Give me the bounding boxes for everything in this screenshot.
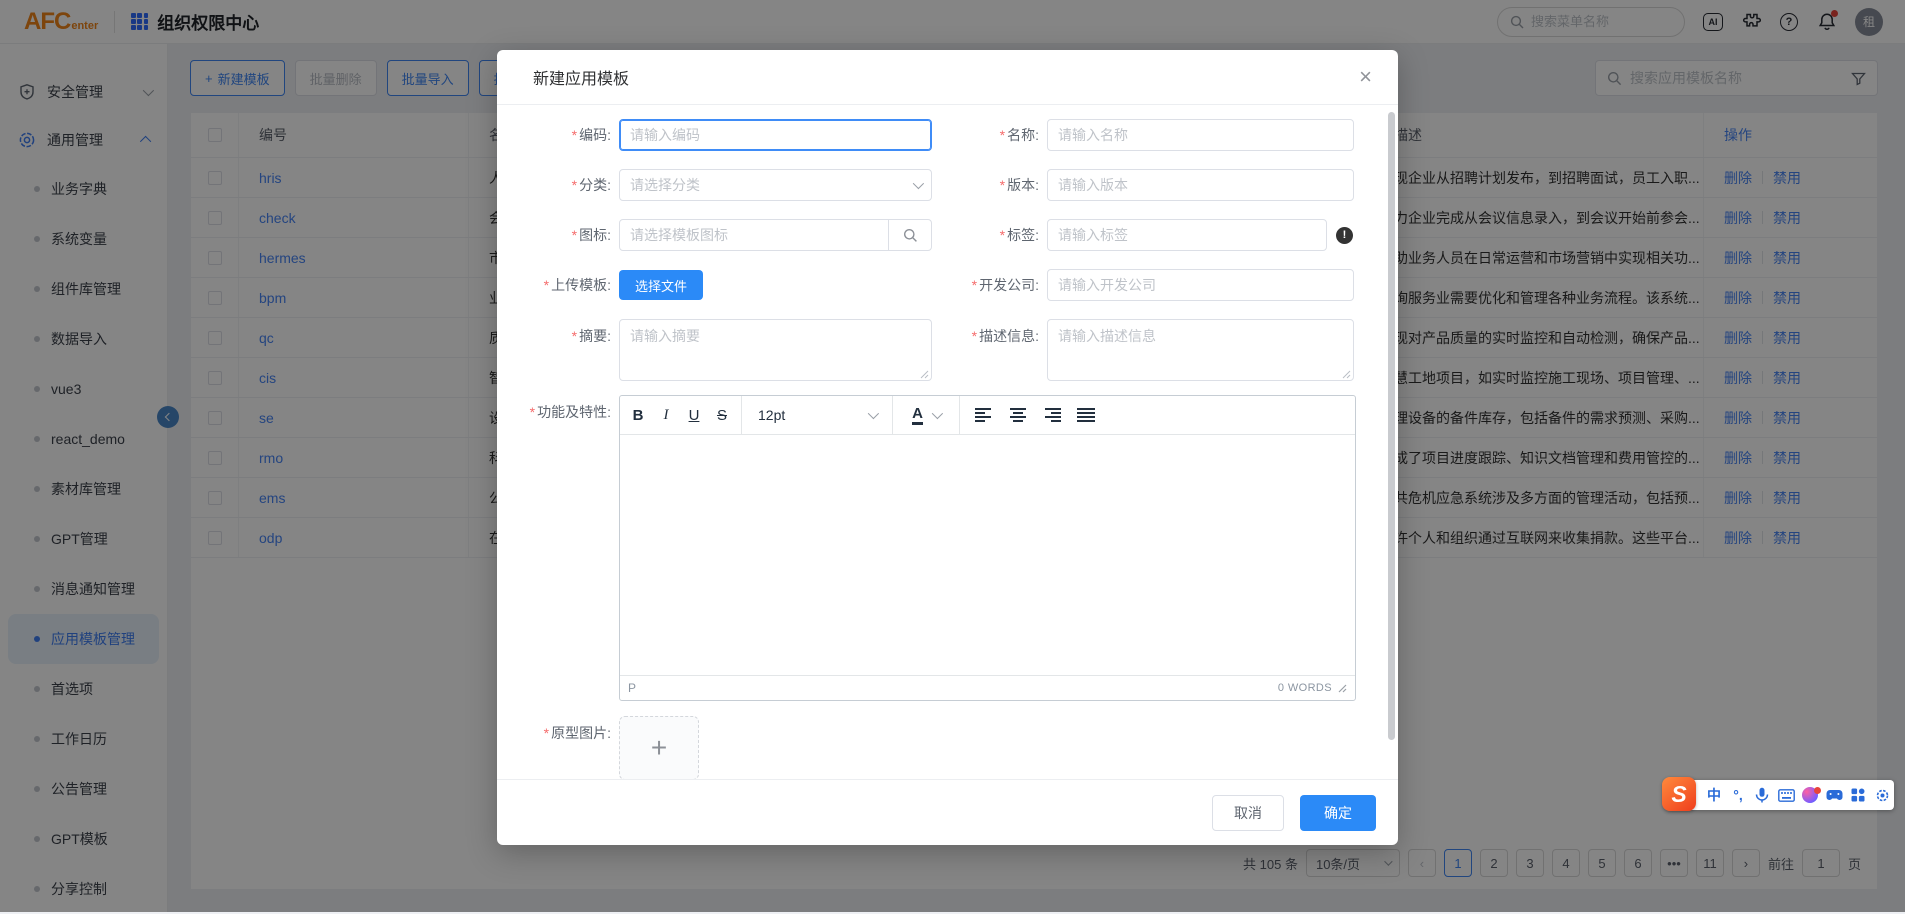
description-textarea[interactable]	[1047, 319, 1354, 381]
rich-text-editor: B I U S 12pt A	[619, 395, 1356, 701]
company-label: *开发公司:	[932, 275, 1047, 295]
modal-scrollbar[interactable]	[1388, 112, 1395, 740]
ime-toolbox-icon[interactable]	[1822, 789, 1846, 801]
summary-textarea[interactable]	[619, 319, 932, 381]
editor-status-bar: P 0 WORDS	[620, 675, 1355, 700]
search-icon[interactable]	[888, 219, 932, 251]
bold-button[interactable]: B	[624, 396, 652, 434]
category-label: *分类:	[523, 175, 619, 195]
category-select[interactable]	[619, 169, 932, 201]
font-size-select[interactable]: 12pt	[747, 396, 887, 434]
text-color-button[interactable]: A	[898, 396, 954, 434]
chevron-down-icon	[932, 408, 943, 419]
info-icon: !	[1336, 227, 1353, 244]
strikethrough-button[interactable]: S	[708, 396, 736, 434]
description-label: *描述信息:	[932, 319, 1047, 346]
name-label: *名称:	[932, 125, 1047, 145]
features-label: *功能及特性:	[523, 395, 619, 422]
resize-grip-icon[interactable]	[920, 370, 929, 379]
new-template-modal: 新建应用模板 × *编码: *名称: *分类: *版本: *图标:	[497, 50, 1398, 845]
ime-toolbar: S 中 °,	[1666, 780, 1894, 810]
confirm-button[interactable]: 确定	[1300, 795, 1376, 831]
align-justify-icon[interactable]	[1073, 402, 1099, 428]
modal-body: *编码: *名称: *分类: *版本: *图标: *标签:	[497, 105, 1398, 779]
soft-keyboard-icon[interactable]	[1774, 789, 1798, 802]
prototype-upload-box[interactable]: +	[619, 716, 699, 779]
version-input[interactable]	[1047, 169, 1354, 201]
tags-label: *标签:	[932, 225, 1047, 245]
align-right-icon[interactable]	[1039, 402, 1065, 428]
editor-content-area[interactable]	[620, 435, 1355, 675]
icon-label: *图标:	[523, 225, 619, 245]
underline-button[interactable]: U	[680, 396, 708, 434]
plus-icon: +	[651, 732, 667, 764]
company-input[interactable]	[1047, 269, 1354, 301]
ime-punctuation-icon[interactable]: °,	[1726, 787, 1750, 803]
editor-element-path: P	[628, 681, 636, 695]
icon-picker[interactable]	[619, 219, 932, 251]
code-input[interactable]	[619, 119, 932, 151]
upload-label: *上传模板:	[523, 275, 619, 295]
word-count: 0 WORDS	[1278, 682, 1332, 694]
cancel-button[interactable]: 取消	[1212, 795, 1284, 831]
ime-skin-icon[interactable]	[1798, 787, 1822, 803]
summary-label: *摘要:	[523, 319, 619, 346]
code-label: *编码:	[523, 125, 619, 145]
align-center-icon[interactable]	[1005, 402, 1031, 428]
tags-input[interactable]	[1047, 219, 1327, 251]
microphone-icon[interactable]	[1750, 787, 1774, 803]
italic-button[interactable]: I	[652, 396, 680, 434]
choose-file-button[interactable]: 选择文件	[619, 270, 703, 300]
sogou-logo-icon[interactable]: S	[1662, 777, 1696, 811]
align-left-icon[interactable]	[971, 402, 997, 428]
editor-toolbar: B I U S 12pt A	[620, 396, 1355, 435]
version-label: *版本:	[932, 175, 1047, 195]
resize-grip-icon[interactable]	[1338, 684, 1347, 693]
resize-grip-icon[interactable]	[1342, 370, 1351, 379]
close-icon[interactable]: ×	[1359, 66, 1372, 88]
name-input[interactable]	[1047, 119, 1354, 151]
prototype-label: *原型图片:	[523, 716, 619, 743]
modal-title: 新建应用模板	[533, 65, 629, 89]
ime-settings-icon[interactable]	[1870, 788, 1894, 803]
ime-menu-grid-icon[interactable]	[1846, 788, 1870, 802]
chevron-down-icon	[868, 408, 879, 419]
ime-chinese-mode-icon[interactable]: 中	[1702, 785, 1726, 805]
